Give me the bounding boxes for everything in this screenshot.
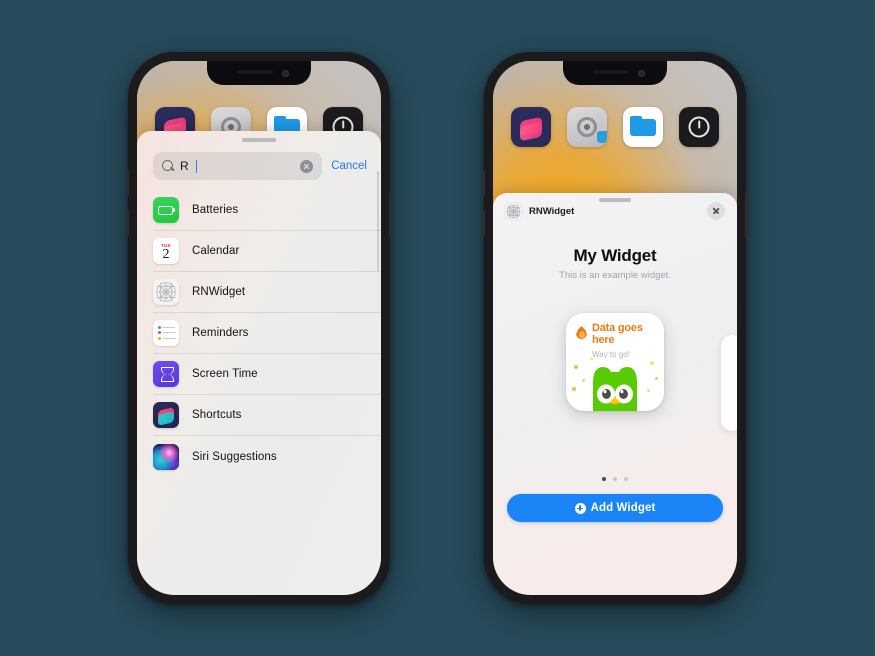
- widget-app-name: RNWidget: [529, 205, 575, 217]
- calendar-icon: TUE 2: [153, 238, 179, 264]
- cancel-button[interactable]: Cancel: [331, 160, 367, 172]
- front-camera-icon: [638, 70, 645, 77]
- notch: [207, 61, 311, 85]
- sparkle-icon: [655, 377, 658, 380]
- list-item-label: Batteries: [192, 204, 239, 216]
- list-item[interactable]: Shortcuts: [153, 395, 381, 436]
- sparkle-icon: [574, 365, 578, 369]
- widget-search-sheet: R Cancel Batteries TUE 2 Calendar RNWidg…: [137, 131, 381, 595]
- shortcuts-icon: [153, 402, 179, 428]
- flame-icon: [576, 326, 587, 339]
- speaker-icon: [593, 70, 629, 74]
- page-subtitle: This is an example widget.: [559, 270, 671, 281]
- search-row: R Cancel: [137, 142, 381, 190]
- list-item-label: Shortcuts: [192, 409, 242, 421]
- list-item[interactable]: Screen Time: [153, 354, 381, 395]
- right-phone-frame: RNWidget My Widget This is an example wi…: [482, 52, 748, 604]
- sparkle-icon: [650, 361, 654, 365]
- sparkle-icon: [590, 357, 593, 360]
- sparkle-icon: [572, 387, 576, 391]
- widget-sheet-header: RNWidget: [493, 193, 737, 224]
- siri-orb-icon: [153, 443, 179, 470]
- page-dot[interactable]: [612, 477, 618, 482]
- widget-title-block: My Widget This is an example widget.: [493, 246, 737, 281]
- list-item[interactable]: TUE 2 Calendar: [153, 231, 381, 272]
- list-item[interactable]: Siri Suggestions: [153, 436, 381, 477]
- sparkle-icon: [647, 389, 650, 392]
- widget-preview-card[interactable]: Data goes here Way to go!: [566, 313, 664, 411]
- rnwidget-grid-icon: [505, 202, 522, 220]
- sheet-grabber[interactable]: [599, 198, 631, 202]
- home-screen-icon-row: [493, 107, 737, 147]
- power-button[interactable]: [745, 192, 748, 238]
- batteries-icon: [153, 197, 179, 223]
- list-item-label: Calendar: [192, 245, 240, 257]
- settings-app-icon[interactable]: [567, 107, 607, 147]
- speaker-icon: [237, 70, 273, 74]
- list-item-label: Siri Suggestions: [192, 450, 277, 463]
- page-title: My Widget: [573, 246, 657, 265]
- widget-headline: Data goes here: [592, 322, 643, 347]
- calendar-day: 2: [162, 246, 170, 262]
- reminders-icon: [153, 320, 179, 346]
- shortcuts-app-icon[interactable]: [511, 107, 551, 147]
- text-caret: [195, 159, 198, 173]
- widget-carousel[interactable]: Data goes here Way to go!: [493, 309, 737, 459]
- search-results-list: Batteries TUE 2 Calendar RNWidget Remind…: [137, 190, 381, 477]
- rnwidget-grid-icon: [153, 279, 179, 305]
- left-phone-frame: R Cancel Batteries TUE 2 Calendar RNWidg…: [126, 52, 392, 604]
- search-icon: [162, 160, 174, 172]
- next-widget-peek-card[interactable]: [721, 335, 737, 431]
- plus-circle-icon: [574, 502, 586, 514]
- list-item-label: Screen Time: [192, 368, 258, 380]
- search-input[interactable]: R: [153, 152, 323, 180]
- page-dot[interactable]: [624, 477, 629, 482]
- files-app-icon[interactable]: [623, 107, 663, 147]
- page-dot[interactable]: [601, 477, 606, 482]
- list-item[interactable]: Reminders: [153, 313, 381, 354]
- widget-detail-sheet: RNWidget My Widget This is an example wi…: [493, 193, 737, 595]
- notch: [563, 61, 667, 85]
- left-phone-screen: R Cancel Batteries TUE 2 Calendar RNWidg…: [137, 61, 381, 595]
- owl-mascot: [593, 367, 637, 411]
- front-camera-icon: [282, 70, 289, 77]
- list-item[interactable]: Batteries: [153, 190, 381, 231]
- power-button[interactable]: [389, 192, 392, 238]
- add-widget-label: Add Widget: [590, 502, 656, 515]
- list-item-label: Reminders: [192, 327, 249, 339]
- widget-subtext: Way to go!: [592, 350, 630, 359]
- screen-time-hourglass-icon: [153, 361, 179, 387]
- search-query-text: R: [180, 159, 189, 173]
- page-indicator: [493, 477, 737, 482]
- clear-circle-icon[interactable]: [300, 159, 314, 173]
- close-icon[interactable]: [707, 202, 725, 220]
- list-item-label: RNWidget: [192, 286, 246, 298]
- right-phone-screen: RNWidget My Widget This is an example wi…: [493, 61, 737, 595]
- list-item[interactable]: RNWidget: [153, 272, 381, 313]
- scrollbar[interactable]: [376, 171, 379, 271]
- add-widget-button[interactable]: Add Widget: [507, 494, 723, 523]
- clock-app-icon[interactable]: [679, 107, 719, 147]
